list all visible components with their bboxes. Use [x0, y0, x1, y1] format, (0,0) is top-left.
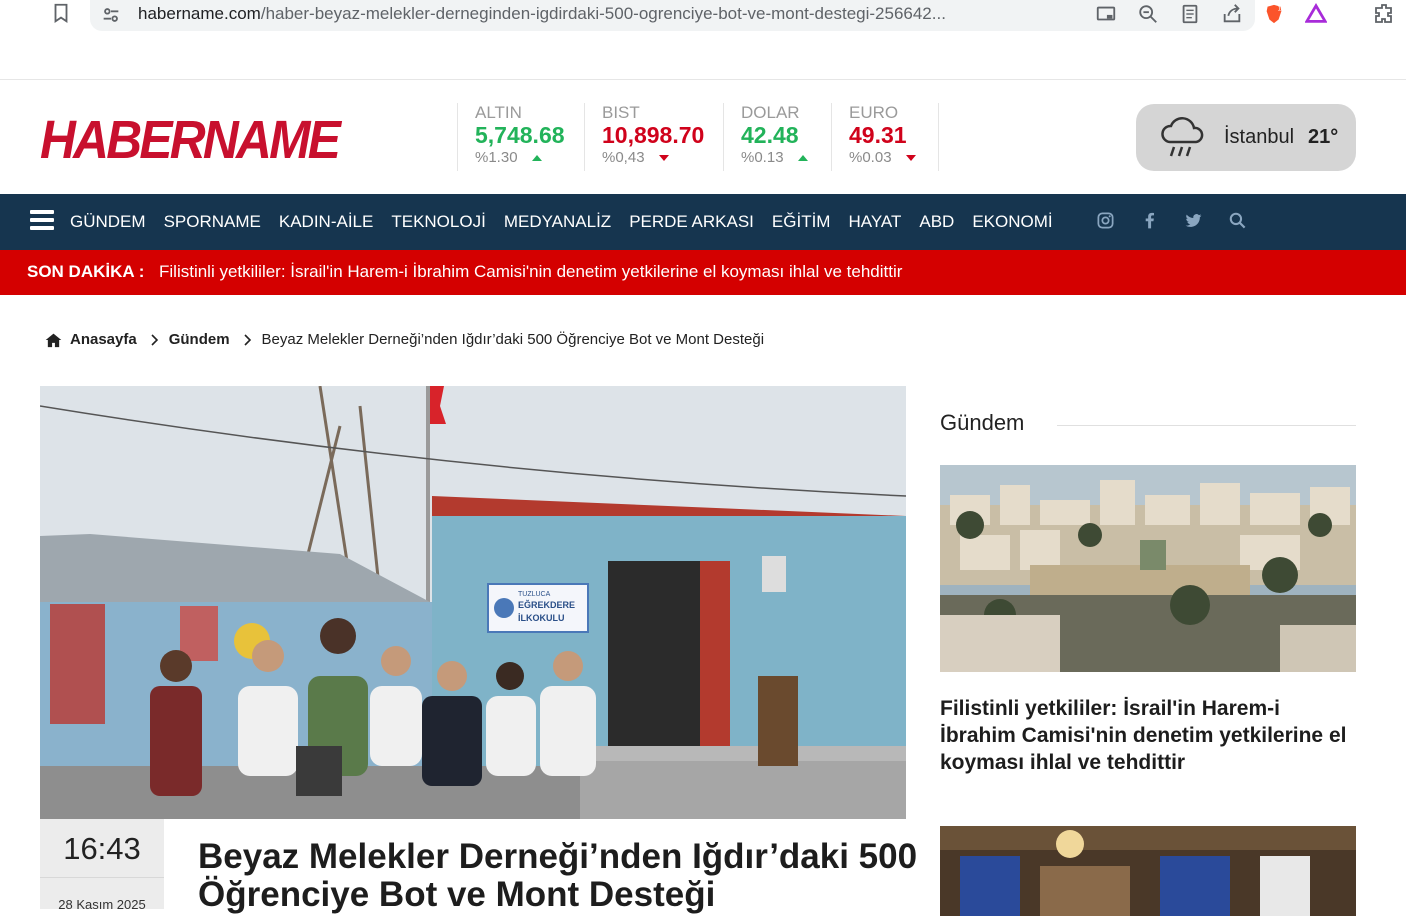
article-image: TUZLUCA EĞREKDERE İLKOKULU [40, 386, 906, 819]
sidebar-title: Gündem [940, 410, 1025, 435]
breadcrumb-home[interactable]: Anasayfa [70, 331, 137, 348]
sidebar-item-image[interactable] [940, 826, 1356, 916]
market-euro[interactable]: EURO 49.31 %0.03 [831, 103, 916, 171]
nav-item-teknoloji[interactable]: TEKNOLOJİ [391, 212, 485, 232]
nav-item-ekonomi[interactable]: EKONOMİ [972, 212, 1052, 232]
market-value: 49.31 [849, 122, 907, 148]
weather-city: İstanbul [1224, 126, 1295, 148]
facebook-icon[interactable] [1140, 211, 1159, 230]
brave-shield-icon[interactable]: 1 [1263, 3, 1285, 25]
bookmark-icon[interactable] [50, 2, 72, 24]
instagram-icon[interactable] [1096, 211, 1115, 230]
browser-toolbar: habername.com/haber-beyaz-melekler-derne… [0, 0, 1406, 80]
market-bist[interactable]: BIST 10,898.70 %0,43 [584, 103, 704, 171]
site-settings-icon[interactable] [100, 4, 122, 26]
school-sign-line1: TUZLUCA [518, 591, 551, 598]
nav-item-medyanaliz[interactable]: MEDYANALİZ [504, 212, 611, 232]
reader-mode-icon[interactable] [1179, 3, 1201, 25]
school-sign-line3: İLKOKULU [518, 613, 565, 623]
twitter-icon[interactable] [1184, 211, 1203, 230]
breaking-label: SON DAKİKA : [27, 262, 145, 281]
market-divider [938, 103, 939, 171]
market-value: 5,748.68 [475, 122, 565, 148]
breadcrumb-category[interactable]: Gündem [169, 331, 230, 348]
nav-item-hayat[interactable]: HAYAT [848, 212, 901, 232]
nav-item-abd[interactable]: ABD [919, 212, 954, 232]
market-value: 42.48 [741, 122, 799, 148]
home-icon [45, 333, 62, 347]
breaking-headline[interactable]: Filistinli yetkililer: İsrail'in Harem-i… [159, 262, 902, 282]
market-name: ALTIN [475, 103, 522, 122]
weather-temp: 21° [1308, 126, 1339, 148]
breaking-news-bar: SON DAKİKA : Filistinli yetkililer: İsra… [0, 250, 1406, 295]
breadcrumb: Anasayfa Gündem Beyaz Melekler Derneği’n… [45, 331, 764, 348]
brave-rewards-icon[interactable] [1305, 3, 1327, 25]
rain-cloud-icon [1161, 117, 1204, 157]
market-dolar[interactable]: DOLAR 42.48 %0.13 [723, 103, 808, 171]
url-host: habername.com [138, 4, 261, 23]
nav-item-kadin-aile[interactable]: KADIN-AİLE [279, 212, 373, 232]
market-name: EURO [849, 103, 899, 122]
url-path: /haber-beyaz-melekler-derneginden-igdird… [260, 4, 946, 23]
market-change: %1.30 [475, 149, 518, 166]
site-logo[interactable]: HABERNAME [40, 109, 341, 171]
divider [40, 877, 164, 878]
nav-item-perde-arkasi[interactable]: PERDE ARKASI [629, 212, 754, 232]
market-change: %0,43 [602, 149, 645, 166]
market-value: 10,898.70 [602, 122, 705, 148]
trend-down-icon [905, 155, 916, 162]
article-time: 16:43 [63, 831, 141, 866]
site-header: HABERNAME ALTIN 5,748.68 %1.30 BIST 10,8… [0, 81, 1406, 194]
url-text[interactable]: habername.com/haber-beyaz-melekler-derne… [138, 4, 993, 24]
market-altin[interactable]: ALTIN 5,748.68 %1.30 [457, 103, 565, 171]
menu-icon[interactable] [30, 210, 54, 232]
chevron-right-icon [151, 333, 158, 346]
article-time-box: 16:43 28 Kasım 2025 [40, 819, 164, 912]
chevron-right-icon [243, 333, 251, 346]
nav-item-gundem[interactable]: GÜNDEM [70, 212, 146, 232]
search-icon[interactable] [1228, 211, 1247, 230]
market-name: DOLAR [741, 103, 800, 122]
breadcrumb-current: Beyaz Melekler Derneği’nden Iğdır’daki 5… [261, 331, 765, 348]
zoom-icon[interactable] [1137, 3, 1159, 25]
market-change: %0.03 [849, 149, 892, 166]
nav-item-egitim[interactable]: EĞİTİM [772, 212, 831, 232]
article-title: Beyaz Melekler Derneği’nden Iğdır’daki 5… [198, 837, 918, 914]
address-bar[interactable]: habername.com/haber-beyaz-melekler-derne… [90, 0, 1327, 31]
trend-down-icon [658, 155, 669, 162]
nav-item-sporname[interactable]: SPORNAME [164, 212, 261, 232]
market-change: %0.13 [741, 149, 784, 166]
school-sign-line2: EĞREKDERE [518, 599, 575, 610]
sidebar-title-line [1057, 425, 1356, 426]
trend-up-icon [531, 155, 542, 162]
ext-badge: 1 [1278, 5, 1282, 12]
weather-widget[interactable]: İstanbul 21° [1136, 104, 1356, 171]
sidebar-item-title[interactable]: Filistinli yetkililer: İsrail'in Harem-i… [940, 695, 1360, 776]
trend-up-icon [797, 155, 808, 162]
extensions-icon[interactable] [1372, 2, 1396, 26]
share-icon[interactable] [1221, 3, 1243, 25]
main-nav: GÜNDEM SPORNAME KADIN-AİLE TEKNOLOJİ MED… [0, 194, 1406, 250]
sidebar-item-image[interactable] [940, 465, 1356, 672]
market-name: BIST [602, 103, 640, 122]
cast-icon[interactable] [1095, 3, 1117, 25]
